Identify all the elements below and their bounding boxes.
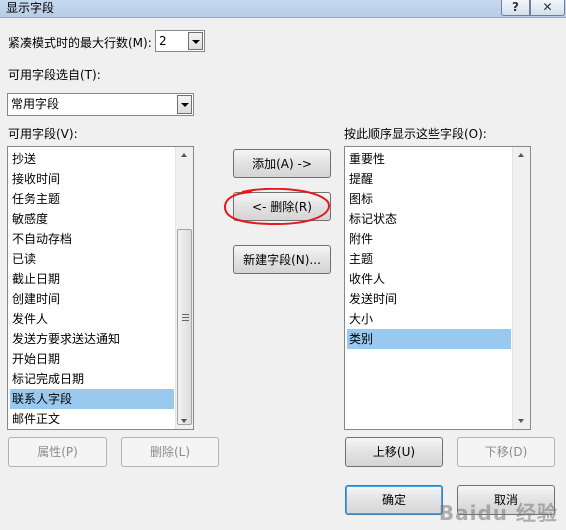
list-item[interactable]: 任务主题 (10, 189, 174, 209)
shown-fields-scrollbar[interactable] (512, 147, 530, 429)
list-item[interactable]: 截止日期 (10, 269, 174, 289)
close-button[interactable]: ✕ (530, 0, 565, 16)
source-value: 常用字段 (11, 97, 60, 111)
chevron-down-icon (181, 103, 189, 107)
source-select[interactable]: 常用字段 (7, 93, 194, 116)
compact-rows-dropdown-button[interactable] (188, 32, 203, 50)
list-item[interactable]: 发送时间 (347, 289, 511, 309)
help-button[interactable]: ? (501, 0, 530, 16)
list-item[interactable]: 开始日期 (10, 349, 174, 369)
list-item[interactable]: 联系人字段 (10, 389, 174, 409)
scroll-down-arrow-icon[interactable] (181, 419, 187, 423)
ok-button[interactable]: 确定 (345, 485, 443, 515)
list-item[interactable]: 创建时间 (10, 289, 174, 309)
list-item[interactable]: 提醒 (347, 169, 511, 189)
red-annotation-ellipse (224, 188, 330, 226)
list-item[interactable]: 已读 (10, 249, 174, 269)
shown-fields-label: 按此顺序显示这些字段(O): (344, 127, 487, 141)
list-item[interactable]: 不自动存档 (10, 229, 174, 249)
list-item[interactable]: 图标 (347, 189, 511, 209)
list-item[interactable]: 标记状态 (347, 209, 511, 229)
properties-button[interactable]: 属性(P) (8, 437, 107, 467)
list-item[interactable]: 接收时间 (10, 169, 174, 189)
compact-rows-select[interactable]: 2 (155, 30, 205, 52)
list-item[interactable]: 收件人 (347, 269, 511, 289)
chevron-down-icon (192, 40, 200, 44)
available-fields-scrollbar[interactable] (175, 147, 193, 429)
window-title: 显示字段 (6, 1, 55, 15)
title-bar: 显示字段 ? ✕ (0, 0, 566, 18)
scroll-up-arrow-icon[interactable] (518, 153, 524, 157)
available-fields-label: 可用字段(V): (8, 127, 78, 141)
list-item[interactable]: 主题 (347, 249, 511, 269)
source-dropdown-button[interactable] (177, 95, 192, 114)
scroll-down-arrow-icon[interactable] (518, 419, 524, 423)
move-down-button[interactable]: 下移(D) (457, 437, 555, 467)
list-item[interactable]: 标记完成日期 (10, 369, 174, 389)
grip-line (182, 317, 189, 318)
list-item[interactable]: 附件 (347, 229, 511, 249)
scroll-thumb[interactable] (177, 229, 192, 425)
list-item[interactable]: 大小 (347, 309, 511, 329)
move-up-button[interactable]: 上移(U) (345, 437, 443, 467)
new-field-button[interactable]: 新建字段(N)... (233, 245, 331, 274)
list-item[interactable]: 邮件正文 (10, 409, 174, 429)
list-item[interactable]: 敏感度 (10, 209, 174, 229)
available-fields-list[interactable]: 抄送 接收时间 任务主题 敏感度 不自动存档 已读 截止日期 创建时间 发件人 … (7, 146, 194, 430)
grip-line (182, 314, 189, 315)
grip-line (182, 320, 189, 321)
shown-fields-list[interactable]: 重要性 提醒 图标 标记状态 附件 主题 收件人 发送时间 大小 类别 (344, 146, 531, 430)
list-item[interactable]: 发送方要求送达通知 (10, 329, 174, 349)
compact-rows-value: 2 (159, 34, 167, 48)
list-item[interactable]: 抄送 (10, 149, 174, 169)
watermark: Baidu 经验 (438, 501, 558, 525)
compact-rows-label: 紧凑模式时的最大行数(M): (8, 36, 152, 50)
source-label: 可用字段选自(T): (8, 68, 101, 82)
list-item[interactable]: 发件人 (10, 309, 174, 329)
list-item[interactable]: 类别 (347, 329, 511, 349)
list-item[interactable]: 重要性 (347, 149, 511, 169)
delete-field-button[interactable]: 删除(L) (121, 437, 219, 467)
scroll-up-arrow-icon[interactable] (181, 153, 187, 157)
add-button[interactable]: 添加(A) -> (233, 149, 331, 178)
